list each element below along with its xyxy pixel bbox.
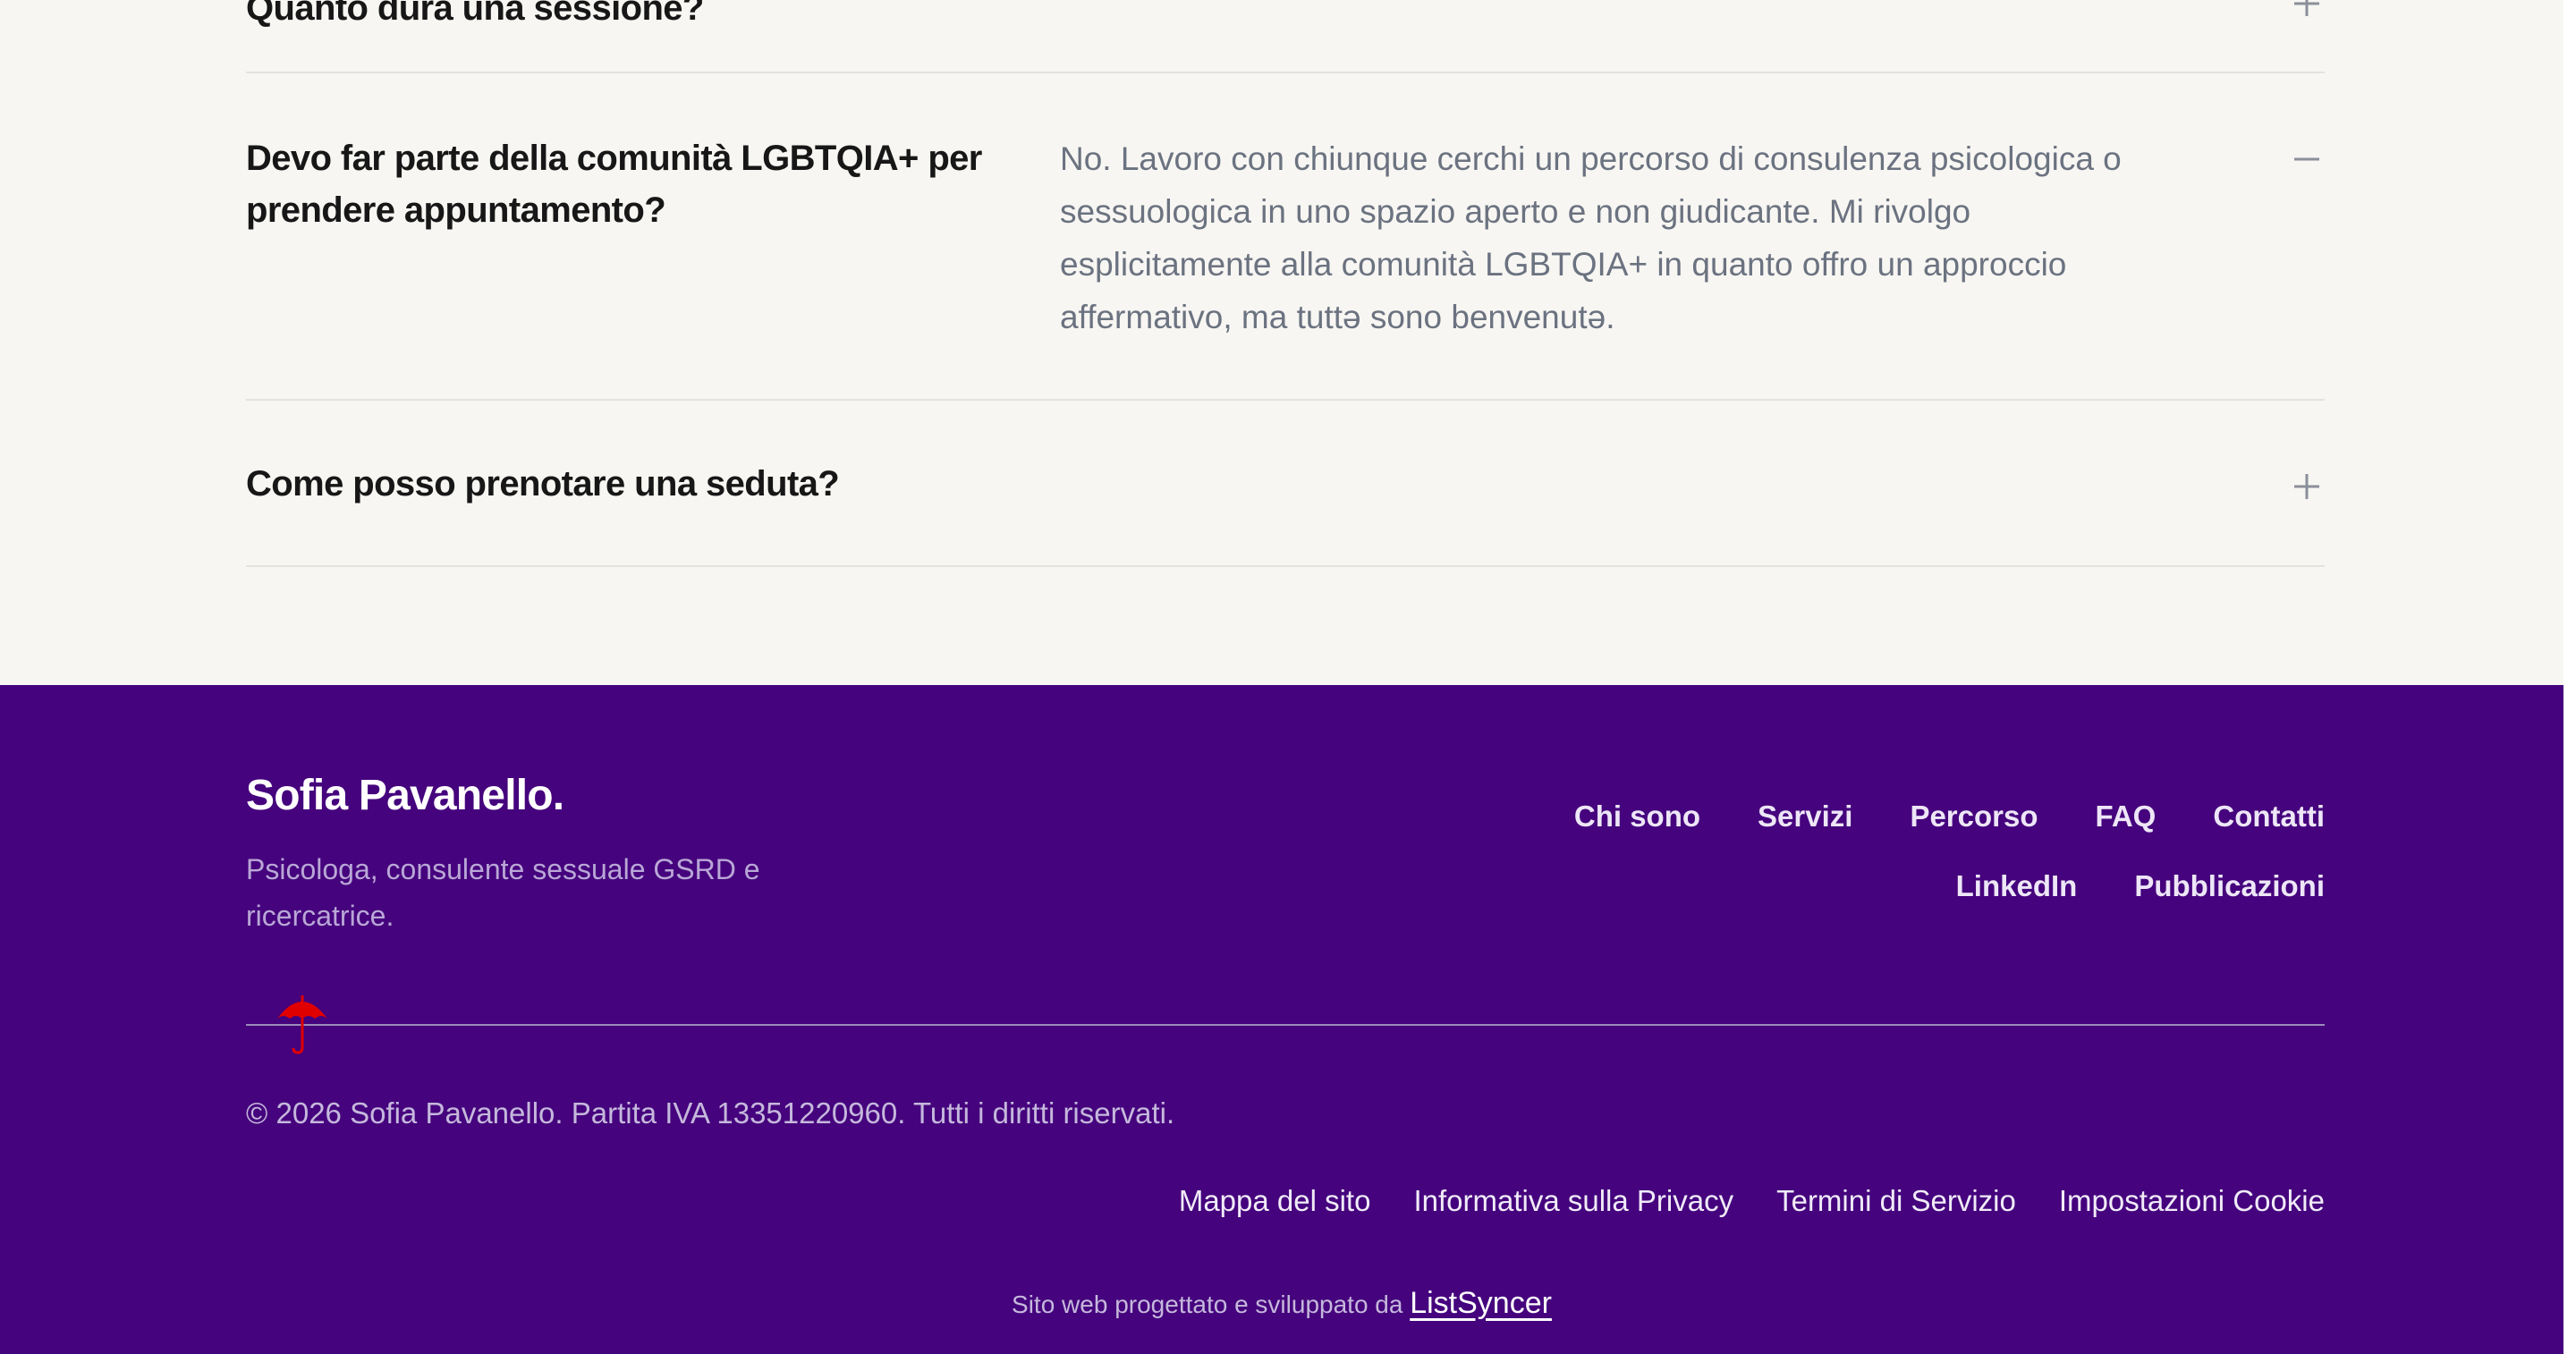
nav-link-chi-sono[interactable]: Chi sono xyxy=(1574,800,1700,834)
footer-nav-primary: Chi sono Servizi Percorso FAQ Contatti xyxy=(1520,800,2325,834)
nav-link-faq[interactable]: FAQ xyxy=(2096,800,2157,834)
faq-item[interactable]: Quanto dura una sessione? xyxy=(246,0,2325,73)
site-footer: Sofia Pavanello. Psicologa, consulente s… xyxy=(0,685,2563,1354)
faq-question[interactable]: Come posso prenotare una seduta? xyxy=(246,458,1015,510)
footer-nav-secondary: LinkedIn Pubblicazioni xyxy=(1520,869,2325,903)
link-termini[interactable]: Termini di Servizio xyxy=(1776,1184,2016,1218)
faq-item[interactable]: Come posso prenotare una seduta? xyxy=(246,399,2325,567)
page: Quanto dura una sessione? Devo far parte… xyxy=(0,0,2576,1354)
faq-answer: No. Lavoro con chiunque cerchi un percor… xyxy=(1060,140,2122,335)
faq-item[interactable]: Devo far parte della comunità LGBTQIA+ p… xyxy=(246,72,2325,401)
link-mappa-del-sito[interactable]: Mappa del sito xyxy=(1179,1184,1371,1218)
footer-divider xyxy=(246,1024,2325,1026)
nav-link-contatti[interactable]: Contatti xyxy=(2213,800,2325,834)
nav-link-linkedin[interactable]: LinkedIn xyxy=(1956,869,2078,903)
faq-question[interactable]: Quanto dura una sessione? xyxy=(246,0,1015,34)
credit-link[interactable]: ListSyncer xyxy=(1410,1286,1552,1320)
footer-tagline: Psicologa, consulente sessuale GSRD e ri… xyxy=(246,853,760,932)
footer-brand[interactable]: Sofia Pavanello. xyxy=(246,771,564,820)
nav-link-percorso[interactable]: Percorso xyxy=(1910,800,2038,834)
nav-link-servizi[interactable]: Servizi xyxy=(1758,800,1852,834)
plus-icon[interactable] xyxy=(2289,469,2325,504)
umbrella-icon xyxy=(274,992,331,1056)
link-cookie[interactable]: Impostazioni Cookie xyxy=(2059,1184,2325,1218)
legal-links: Mappa del sito Informativa sulla Privacy… xyxy=(1179,1184,2325,1218)
faq-question[interactable]: Devo far parte della comunità LGBTQIA+ p… xyxy=(246,132,1015,236)
credit-text: Sito web progettato e sviluppato da xyxy=(1012,1291,1403,1318)
developer-credit: Sito web progettato e sviluppato da List… xyxy=(0,1286,2563,1321)
link-privacy[interactable]: Informativa sulla Privacy xyxy=(1413,1184,1733,1218)
footer-nav: Chi sono Servizi Percorso FAQ Contatti L… xyxy=(1520,800,2325,939)
nav-link-pubblicazioni[interactable]: Pubblicazioni xyxy=(2134,869,2325,903)
plus-icon[interactable] xyxy=(2289,0,2325,21)
faq-section: Quanto dura una sessione? Devo far parte… xyxy=(0,0,2563,685)
minus-icon[interactable] xyxy=(2289,141,2325,177)
copyright-text: © 2026 Sofia Pavanello. Partita IVA 1335… xyxy=(246,1096,1175,1130)
window-edge xyxy=(2563,0,2576,1354)
